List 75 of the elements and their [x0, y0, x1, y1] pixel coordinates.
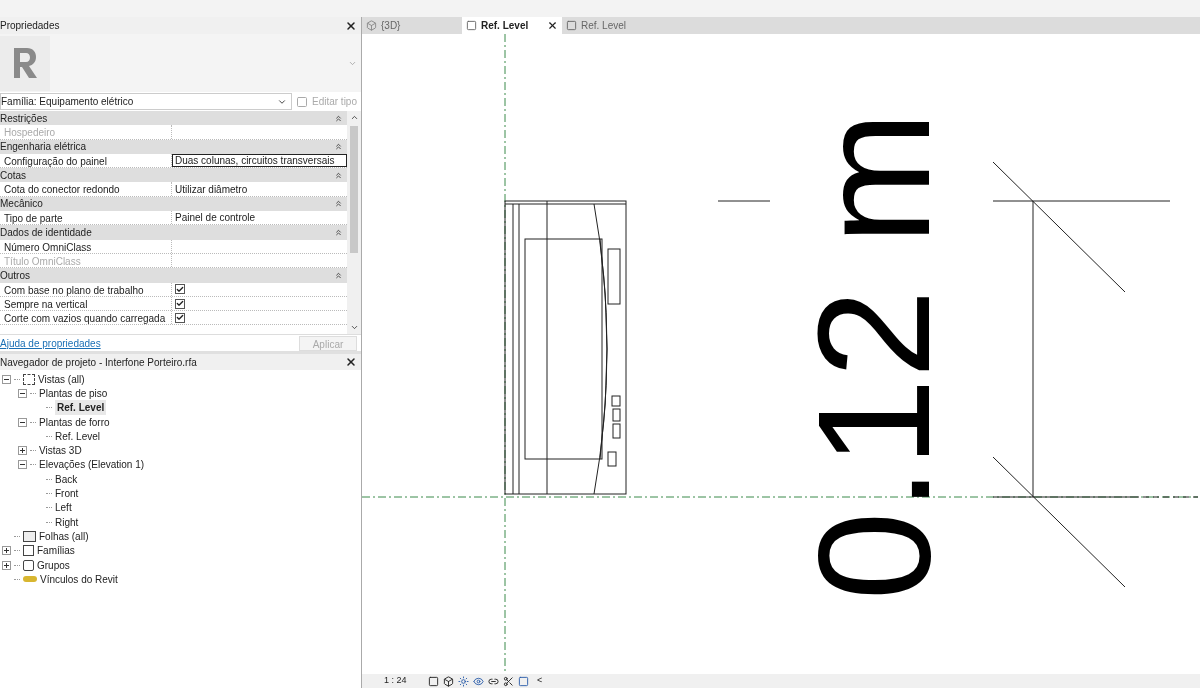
property-value[interactable]: Painel de controle	[172, 211, 347, 225]
shadows-icon[interactable]	[473, 675, 484, 687]
close-icon[interactable]	[345, 19, 357, 32]
scroll-up-icon[interactable]	[349, 113, 359, 122]
close-icon[interactable]	[547, 20, 558, 31]
detail-level-icon[interactable]	[428, 675, 439, 687]
drawing-canvas[interactable]: 0.12 m	[362, 34, 1200, 674]
property-label: Sempre na vertical	[0, 296, 172, 311]
scroll-down-icon[interactable]	[349, 323, 359, 332]
panel-title: Navegador de projeto - Interfone Porteiro.rfa	[0, 355, 197, 370]
checkbox[interactable]	[175, 298, 185, 309]
sun-path-icon[interactable]	[458, 675, 469, 687]
edit-type-icon	[295, 95, 308, 108]
floor-plan-icon	[466, 20, 477, 31]
property-label: Tipo de parte	[0, 211, 172, 225]
group-header[interactable]: Restrições	[0, 111, 347, 126]
expand-toggle[interactable]	[2, 546, 11, 556]
crop-region-icon[interactable]	[518, 675, 529, 687]
help-link[interactable]: Ajuda de propriedades	[0, 335, 101, 351]
group-header[interactable]: Dados de identidade	[0, 225, 347, 240]
sheets-icon	[23, 530, 36, 542]
scale-label[interactable]: 1 : 24	[384, 674, 424, 688]
property-label: Hospedeiro	[0, 125, 172, 139]
collapse-icon[interactable]	[334, 228, 343, 237]
visual-style-icon[interactable]	[443, 675, 454, 687]
dimension-text: 0.12 m	[794, 111, 954, 601]
floor-plan-icon	[566, 20, 577, 31]
tree-item[interactable]: Vínculos do Revit	[40, 571, 118, 587]
group-header[interactable]: Outros	[0, 268, 347, 283]
collapse-icon[interactable]	[334, 170, 343, 180]
tree-item[interactable]: Elevações (Elevation 1)	[39, 457, 145, 473]
tree-item[interactable]: Grupos	[37, 557, 70, 573]
tree-item[interactable]: Front	[55, 486, 79, 502]
checkbox[interactable]	[175, 312, 185, 323]
tree-item[interactable]: Back	[55, 471, 78, 487]
property-label: Título OmniClass	[0, 253, 172, 268]
groups-icon	[23, 559, 34, 571]
expand-toggle[interactable]	[2, 560, 11, 570]
tree-item[interactable]: Plantas de piso	[39, 385, 108, 401]
family-dropdown[interactable]: Família: Equipamento elétrico	[0, 93, 292, 110]
tree-item[interactable]: Vistas (all)	[38, 371, 85, 387]
collapse-icon[interactable]	[334, 199, 343, 209]
views-icon	[23, 373, 35, 385]
link-icon	[23, 576, 37, 583]
property-label: Número OmniClass	[0, 239, 172, 253]
checkbox[interactable]	[175, 284, 185, 295]
group-header[interactable]: Cotas	[0, 168, 347, 183]
tree-item[interactable]: Right	[55, 514, 79, 530]
tree-item[interactable]: Left	[55, 500, 72, 516]
property-label: Corte com vazios quando carregada	[0, 311, 172, 325]
collapse-icon[interactable]	[334, 142, 343, 152]
collapse-toggle[interactable]	[18, 388, 27, 398]
expand-toggle[interactable]	[18, 446, 27, 456]
view-tab[interactable]: Ref. Level	[462, 17, 562, 34]
collapse-toggle[interactable]	[18, 460, 27, 470]
collapse-icon[interactable]	[334, 113, 343, 123]
scrollbar[interactable]	[347, 111, 361, 334]
families-icon	[23, 545, 34, 557]
crop-icon[interactable]	[503, 675, 514, 687]
collapse-icon[interactable]	[334, 270, 343, 280]
tree-item[interactable]: Folhas (all)	[39, 528, 89, 544]
tree-item[interactable]: Famílias	[37, 543, 75, 559]
property-value[interactable]: Utilizar diâmetro	[172, 182, 347, 196]
property-label: Com base no plano de trabalho	[0, 282, 172, 296]
tree-item[interactable]: Vistas 3D	[39, 443, 82, 459]
collapse-button[interactable]: <	[537, 674, 543, 688]
property-label: Cota do conector redondo	[0, 182, 172, 196]
tree-item[interactable]: Plantas de forro	[39, 414, 110, 430]
collapse-toggle[interactable]	[2, 374, 11, 384]
collapse-toggle[interactable]	[18, 417, 27, 427]
tree-item[interactable]: Ref. Level	[55, 428, 101, 444]
cube-icon	[366, 20, 377, 31]
close-icon[interactable]	[345, 356, 357, 368]
panel-title: Propriedades	[0, 19, 60, 33]
tree-item[interactable]: Ref. Level	[55, 400, 107, 416]
